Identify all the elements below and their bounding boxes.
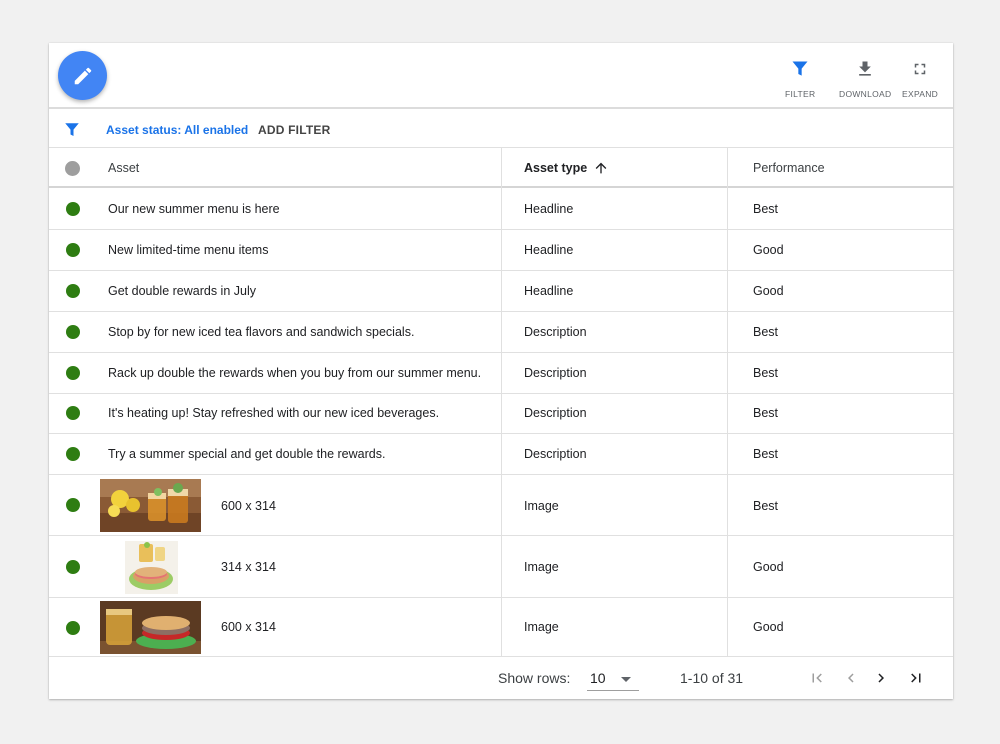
status-dot: [66, 243, 80, 257]
dropdown-caret-icon: [621, 677, 631, 682]
column-header-asset-label: Asset: [108, 161, 140, 175]
performance-cell: Best: [753, 499, 779, 513]
next-page-button[interactable]: [871, 668, 891, 688]
pencil-icon: [74, 67, 91, 84]
performance-cell: Best: [753, 406, 779, 420]
table-row[interactable]: Our new summer menu is here Headline Bes…: [49, 189, 953, 230]
performance-cell: Best: [753, 202, 779, 216]
asset-cell: New limited-time menu items: [108, 243, 269, 257]
asset-type-cell: Description: [524, 406, 587, 420]
show-rows-label: Show rows:: [498, 670, 571, 686]
table-row[interactable]: 600 x 314 Image Good: [49, 598, 953, 657]
asset-cell: Our new summer menu is here: [108, 202, 280, 216]
table-row[interactable]: Stop by for new iced tea flavors and san…: [49, 312, 953, 353]
sort-ascending-icon: [595, 162, 607, 174]
asset-cell: Try a summer special and get double the …: [108, 447, 386, 461]
last-page-button[interactable]: [906, 668, 926, 688]
edit-button[interactable]: [58, 51, 107, 100]
performance-cell: Best: [753, 366, 779, 380]
add-filter-button[interactable]: ADD FILTER: [258, 123, 330, 137]
page-range: 1-10 of 31: [680, 670, 744, 686]
fullscreen-icon: [914, 63, 926, 75]
table-row[interactable]: Get double rewards in July Headline Good: [49, 271, 953, 312]
filter-button-label: FILTER: [785, 89, 816, 99]
active-filter-chip[interactable]: Asset status: All enabled: [106, 123, 248, 137]
asset-type-cell: Image: [524, 620, 559, 634]
status-dot: [66, 447, 80, 461]
iced-tea-lemons-image: [100, 479, 201, 532]
pagination-footer: Show rows: 10 1-10 of 31: [49, 657, 953, 699]
asset-type-cell: Image: [524, 560, 559, 574]
asset-dimensions: 314 x 314: [221, 560, 276, 574]
download-button[interactable]: DOWNLOAD: [839, 57, 891, 99]
filter-button[interactable]: FILTER: [785, 57, 815, 99]
download-icon: [859, 61, 872, 76]
asset-dimensions: 600 x 314: [221, 620, 276, 634]
chevron-right-icon: [878, 673, 884, 683]
status-dot: [66, 560, 80, 574]
asset-type-cell: Image: [524, 499, 559, 513]
asset-type-cell: Description: [524, 366, 587, 380]
sandwich-jar-image: [100, 601, 201, 654]
asset-cell: Get double rewards in July: [108, 284, 256, 298]
expand-button[interactable]: EXPAND: [902, 57, 938, 99]
first-page-icon: [812, 673, 822, 683]
previous-page-button[interactable]: [841, 668, 861, 688]
status-dot: [66, 202, 80, 216]
table-row[interactable]: Rack up double the rewards when you buy …: [49, 353, 953, 394]
column-header-asset-type[interactable]: Asset type: [524, 148, 609, 188]
rows-per-page-value: 10: [590, 670, 606, 686]
first-page-button[interactable]: [807, 668, 827, 688]
performance-cell: Good: [753, 560, 784, 574]
status-dot: [66, 406, 80, 420]
rows-per-page-select[interactable]: 10: [587, 669, 639, 691]
column-header-asset-type-label: Asset type: [524, 161, 588, 175]
download-button-label: DOWNLOAD: [839, 89, 892, 99]
filter-bar: Asset status: All enabled ADD FILTER: [49, 111, 953, 148]
status-dot: [66, 366, 80, 380]
status-header-dot: [65, 161, 80, 176]
chevron-left-icon: [848, 673, 854, 683]
table-row[interactable]: It's heating up! Stay refreshed with our…: [49, 394, 953, 434]
sandwich-tea-square-image: [125, 541, 178, 594]
asset-cell: Rack up double the rewards when you buy …: [108, 366, 482, 380]
assets-table-card: FILTER DOWNLOAD EXPAND Asset status: All…: [49, 43, 953, 699]
table-row[interactable]: New limited-time menu items Headline Goo…: [49, 230, 953, 271]
asset-type-cell: Headline: [524, 202, 574, 216]
performance-cell: Best: [753, 447, 779, 461]
status-dot: [66, 284, 80, 298]
asset-type-cell: Description: [524, 447, 587, 461]
last-page-icon: [911, 673, 921, 683]
performance-cell: Good: [753, 620, 784, 634]
table-row[interactable]: 600 x 314 Image Best: [49, 475, 953, 536]
table-row[interactable]: 314 x 314 Image Good: [49, 536, 953, 598]
performance-cell: Good: [753, 243, 784, 257]
column-header-performance[interactable]: Performance: [753, 148, 825, 188]
performance-cell: Best: [753, 325, 779, 339]
status-dot: [66, 621, 80, 635]
asset-type-cell: Headline: [524, 243, 574, 257]
column-header-performance-label: Performance: [753, 161, 825, 175]
asset-cell: It's heating up! Stay refreshed with our…: [108, 406, 440, 420]
table-row[interactable]: Try a summer special and get double the …: [49, 434, 953, 475]
toolbar: FILTER DOWNLOAD EXPAND: [49, 43, 953, 109]
asset-type-cell: Headline: [524, 284, 574, 298]
asset-dimensions: 600 x 314: [221, 499, 276, 513]
column-header-asset[interactable]: Asset: [108, 148, 139, 188]
status-dot: [66, 498, 80, 512]
expand-button-label: EXPAND: [902, 89, 939, 99]
asset-type-cell: Description: [524, 325, 587, 339]
status-dot: [66, 325, 80, 339]
asset-cell: Stop by for new iced tea flavors and san…: [108, 325, 415, 339]
filter-icon: [792, 61, 808, 76]
filter-icon: [65, 123, 79, 136]
performance-cell: Good: [753, 284, 784, 298]
